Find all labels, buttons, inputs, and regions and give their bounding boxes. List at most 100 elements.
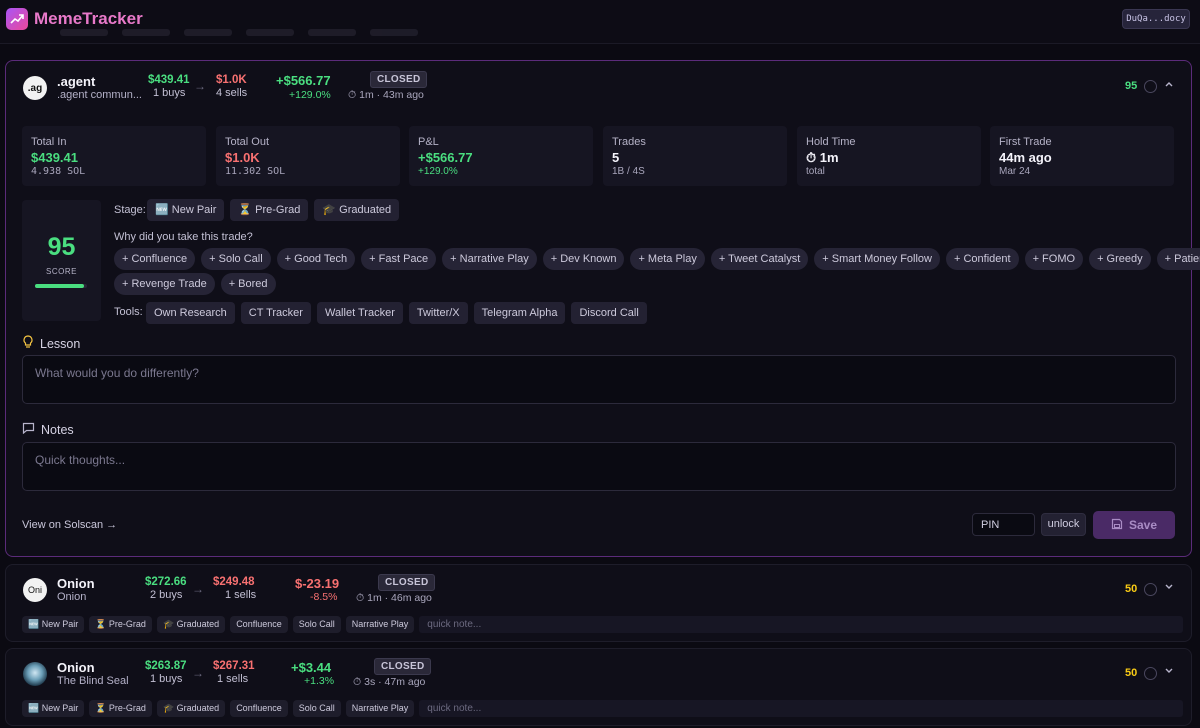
stage-option[interactable]: ⏳ Pre-Grad xyxy=(230,199,309,221)
pnl-amount: $-23.19 xyxy=(295,576,340,591)
tag-chip[interactable]: 🆕 New Pair xyxy=(22,700,85,717)
hold-time-info: ⏱ 3s · 47m ago xyxy=(353,676,426,688)
status-ring-icon[interactable] xyxy=(1144,583,1157,596)
tag-chip[interactable]: ⏳ Pre-Grad xyxy=(89,616,152,633)
chevron-down-icon[interactable] xyxy=(1163,581,1175,596)
tag-chip[interactable]: 🎓 Graduated xyxy=(156,616,226,633)
score-bar-fill xyxy=(35,284,85,288)
notes-textarea[interactable] xyxy=(22,442,1176,491)
stat-tile: Hold Time ⏱ 1m total xyxy=(797,126,981,186)
tag-chip[interactable]: Solo Call xyxy=(292,700,341,717)
stat-subvalue: 1B / 4S xyxy=(612,166,645,177)
tag-chip[interactable]: 🎓 Graduated xyxy=(156,700,226,717)
chevron-up-icon[interactable] xyxy=(1163,78,1175,93)
stat-subvalue: total xyxy=(806,166,825,177)
save-button[interactable]: Save xyxy=(1093,511,1175,539)
stat-value: 44m ago xyxy=(999,150,1052,165)
reason-option[interactable]: + Revenge Trade xyxy=(114,273,215,295)
arrow-icon: → xyxy=(192,582,204,596)
reason-option[interactable]: + Confluence xyxy=(114,248,196,270)
tag-chip[interactable]: ⏳ Pre-Grad xyxy=(89,700,152,717)
tag-chip[interactable]: Confluence xyxy=(230,700,288,717)
stat-tile: First Trade 44m ago Mar 24 xyxy=(990,126,1174,186)
tool-option[interactable]: Discord Call xyxy=(571,302,647,324)
notes-input[interactable] xyxy=(23,443,1175,477)
tool-option[interactable]: Telegram Alpha xyxy=(473,302,566,324)
reason-option[interactable]: + Dev Known xyxy=(542,248,625,270)
stat-label: Hold Time xyxy=(806,136,856,148)
pin-field[interactable] xyxy=(972,513,1035,536)
sell-count: 4 sells xyxy=(216,87,248,99)
pin-input[interactable] xyxy=(973,514,1034,535)
total-out-amount: $249.48 xyxy=(213,576,255,588)
reason-option[interactable]: + Greedy xyxy=(1089,248,1151,270)
reason-option[interactable]: + Bored xyxy=(220,273,276,295)
tag-row: 🆕 New Pair ⏳ Pre-Grad 🎓 Graduated Confluenc… xyxy=(22,616,1184,633)
buy-count: 2 buys xyxy=(150,589,183,601)
wallet-address-button[interactable]: DuQa...docy xyxy=(1122,9,1190,29)
stat-value: 5 xyxy=(612,150,620,165)
token-avatar-image xyxy=(23,662,47,686)
notes-title: Notes xyxy=(41,422,74,437)
tag-chip[interactable]: Narrative Play xyxy=(345,700,415,717)
tag-chip[interactable]: 🆕 New Pair xyxy=(22,616,85,633)
solscan-link[interactable]: View on Solscan → xyxy=(22,519,117,531)
quick-note-field[interactable] xyxy=(419,616,1184,633)
tool-option[interactable]: CT Tracker xyxy=(240,302,311,324)
unlock-button[interactable]: unlock xyxy=(1041,513,1086,536)
tag-chip[interactable]: Confluence xyxy=(230,616,288,633)
hold-time-info: ⏱ 1m · 43m ago xyxy=(348,89,424,101)
tag-row: 🆕 New Pair ⏳ Pre-Grad 🎓 Graduated Confluenc… xyxy=(22,700,1184,717)
stage-option[interactable]: 🎓 Graduated xyxy=(314,199,400,221)
reason-option[interactable]: + Smart Money Follow xyxy=(814,248,940,270)
reason-option[interactable]: + Confident xyxy=(946,248,1019,270)
reason-option[interactable]: + Solo Call xyxy=(201,248,271,270)
score-value: 50 xyxy=(1125,583,1138,595)
stat-label: Total In xyxy=(31,136,67,148)
tool-option[interactable]: Twitter/X xyxy=(408,302,468,324)
pnl-amount: +$3.44 xyxy=(291,660,332,675)
hold-time-info: ⏱ 1m · 46m ago xyxy=(356,592,432,604)
reason-option[interactable]: + Narrative Play xyxy=(442,248,537,270)
token-name: .agent xyxy=(57,74,96,89)
token-name: Onion xyxy=(57,576,95,591)
reason-option[interactable]: + FOMO xyxy=(1024,248,1084,270)
reason-option[interactable]: + Fast Pace xyxy=(361,248,437,270)
stat-tile: Trades 5 1B / 4S xyxy=(603,126,787,186)
trade-card[interactable]: Onion The Blind Seal $263.87 1 buys → $2… xyxy=(5,648,1192,726)
status-badge: CLOSED xyxy=(378,574,436,591)
trade-card[interactable]: Oni Onion Onion $272.66 2 buys → $249.48… xyxy=(5,564,1192,642)
status-ring-icon[interactable] xyxy=(1144,667,1157,680)
chevron-down-icon[interactable] xyxy=(1163,665,1175,680)
tool-options: Own Research CT Tracker Wallet Tracker Twit… xyxy=(146,302,653,324)
buy-count: 1 buys xyxy=(150,673,183,685)
stat-value: ⏱ 1m xyxy=(806,150,839,165)
stat-subvalue: +129.0% xyxy=(418,166,458,177)
quick-note-field[interactable] xyxy=(419,700,1184,717)
score-box: 95 SCORE xyxy=(22,200,101,321)
lesson-input[interactable] xyxy=(23,356,1175,390)
pnl-amount: +$566.77 xyxy=(276,73,331,88)
tools-label: Tools: xyxy=(114,306,143,318)
tool-option[interactable]: Own Research xyxy=(146,302,235,324)
total-out-amount: $1.0K xyxy=(216,74,247,86)
tool-option[interactable]: Wallet Tracker xyxy=(316,302,403,324)
score-bar xyxy=(35,284,87,288)
top-bar: MemeTracker DuQa...docy xyxy=(0,0,1200,44)
tag-chip[interactable]: Solo Call xyxy=(292,616,341,633)
reason-option[interactable]: + Patient xyxy=(1156,248,1200,270)
score-number: 95 xyxy=(47,233,76,261)
quick-note-input[interactable] xyxy=(419,616,1184,633)
pnl-percent: +129.0% xyxy=(289,89,331,101)
reason-option[interactable]: + Good Tech xyxy=(276,248,356,270)
lesson-textarea[interactable] xyxy=(22,355,1176,404)
quick-note-input[interactable] xyxy=(419,700,1184,717)
total-in-amount: $272.66 xyxy=(145,576,187,588)
status-ring-icon[interactable] xyxy=(1144,80,1157,93)
reason-option[interactable]: + Meta Play xyxy=(630,248,705,270)
reason-option[interactable]: + Tweet Catalyst xyxy=(710,248,809,270)
stage-option[interactable]: 🆕 New Pair xyxy=(147,199,225,221)
token-subtitle: Onion xyxy=(57,591,87,603)
tag-chip[interactable]: Narrative Play xyxy=(345,616,415,633)
message-icon xyxy=(22,422,35,437)
